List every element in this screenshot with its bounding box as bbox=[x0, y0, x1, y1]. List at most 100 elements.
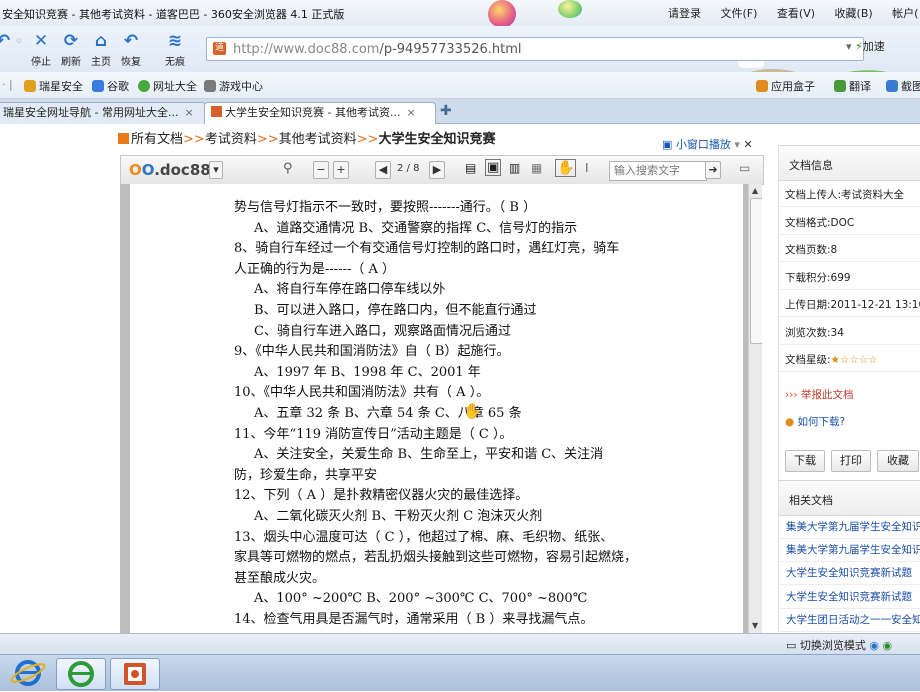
vertical-scrollbar[interactable]: ▲ ▼ bbox=[748, 184, 762, 633]
text-select-icon[interactable]: I bbox=[585, 161, 589, 175]
favorite-button[interactable]: 收藏 bbox=[877, 450, 919, 472]
how-download-link[interactable]: ● 如何下载? bbox=[779, 410, 920, 434]
screenshot-button[interactable]: 截图 bbox=[886, 78, 920, 94]
related-doc-link[interactable]: 集美大学第九届学生安全知识 bbox=[779, 516, 920, 539]
balloon-decoration bbox=[558, 0, 582, 18]
fullscreen-icon[interactable]: ▭ bbox=[739, 161, 750, 175]
powerpoint-icon bbox=[124, 663, 146, 685]
menu-account[interactable]: 帐户( bbox=[892, 7, 918, 20]
next-page-button[interactable]: ▶ bbox=[429, 161, 445, 179]
hand-tool-icon[interactable]: ✋ bbox=[555, 159, 577, 177]
doc-info-label: 文档星级: bbox=[785, 354, 831, 366]
hand-cursor-icon: ✋ bbox=[463, 402, 482, 420]
bookmark-google[interactable]: 谷歌 bbox=[92, 78, 129, 94]
tab-rising-nav[interactable]: 瑞星安全网址导航 - 常用网址大全... × bbox=[0, 102, 206, 124]
traceless-button[interactable]: ≋ 无痕 bbox=[160, 30, 190, 68]
doc-info-value[interactable]: 考试资料大全 bbox=[841, 189, 904, 201]
bookmark-rising[interactable]: 瑞星安全 bbox=[24, 78, 83, 94]
address-bar[interactable]: 道 http://www.doc88.com/p-94957733526.htm… bbox=[206, 37, 864, 61]
browse-mode-switch[interactable]: ▭ 切换浏览模式 ◉ ◉ bbox=[786, 637, 892, 653]
refresh-button[interactable]: ⟳ 刷新 bbox=[56, 30, 86, 68]
status-bar: ▭ 切换浏览模式 ◉ ◉ bbox=[0, 633, 920, 654]
app-box-icon bbox=[756, 80, 768, 92]
home-button[interactable]: ⌂ 主页 bbox=[86, 30, 116, 68]
doc-info-value: DOC bbox=[830, 216, 855, 229]
report-link[interactable]: ››› 举报此文档 bbox=[779, 383, 920, 407]
info-circle-icon: ● bbox=[785, 416, 795, 428]
zoom-out-button[interactable]: − bbox=[313, 161, 329, 179]
login-link[interactable]: 请登录 bbox=[668, 7, 701, 20]
doc-info-label: 下载积分: bbox=[785, 271, 831, 284]
globe-icon: ◉ bbox=[869, 639, 880, 652]
doc88-logo: OO.doc88 bbox=[129, 161, 211, 179]
breadcrumb-current: 大学生安全知识竞赛 bbox=[378, 132, 496, 147]
related-doc-link[interactable]: 大学生安全知识竞赛新试题 bbox=[779, 562, 920, 586]
document-line: 甚至酿成火灾。 bbox=[234, 570, 326, 586]
restore-label: 恢复 bbox=[121, 57, 141, 68]
bookmark-label: 谷歌 bbox=[107, 80, 129, 93]
doc-info-label: 上传日期: bbox=[785, 299, 831, 311]
zoom-icon[interactable]: ⚲ bbox=[283, 161, 293, 176]
url-text[interactable]: http://www.doc88.com/p-94957733526.html bbox=[233, 42, 522, 57]
browser-taskbar-button[interactable] bbox=[56, 658, 106, 690]
shield-icon: ◉ bbox=[882, 639, 893, 652]
restore-button[interactable]: ↶ 恢复 bbox=[116, 30, 146, 68]
two-page-icon[interactable]: ▥ bbox=[509, 161, 520, 175]
related-doc-link[interactable]: 集美大学第九届学生安全知识 bbox=[779, 539, 920, 563]
prev-page-button[interactable]: ◀ bbox=[375, 161, 391, 179]
document-viewport[interactable]: 势与信号灯指示不一致时，要按照-------通行。（ B ） A、道路交通情况 B… bbox=[120, 184, 762, 633]
scroll-down-icon[interactable]: ▼ bbox=[752, 621, 758, 630]
continuous-page-icon[interactable]: ▣ bbox=[485, 159, 502, 176]
document-line: 14、检查气用具是否漏气时，通常采用（ B ）来寻找漏气点。 bbox=[234, 611, 594, 627]
related-doc-link[interactable]: 大学生安全知识竞赛新试题 bbox=[779, 586, 920, 609]
document-page: 势与信号灯指示不一致时，要按照-------通行。（ B ） A、道路交通情况 B… bbox=[130, 184, 743, 633]
breadcrumb-exam-materials[interactable]: 考试资料 bbox=[205, 132, 257, 147]
site-favicon-icon: 道 bbox=[213, 42, 226, 55]
doc-info-row: 文档星级:★☆☆☆☆ bbox=[779, 348, 920, 372]
search-go-button[interactable]: ➜ bbox=[705, 161, 721, 179]
document-line: 8、骑自行车经过一个有交通信号灯控制的路口时，遇红灯亮，骑车 bbox=[234, 241, 620, 257]
menu-view[interactable]: 查看(V) bbox=[777, 7, 815, 20]
menu-file[interactable]: 文件(F) bbox=[721, 7, 758, 20]
doc-search-input[interactable] bbox=[609, 161, 707, 181]
doc-info-value: 699 bbox=[830, 271, 851, 284]
close-tab-icon[interactable]: × bbox=[184, 106, 193, 119]
document-line: A、道路交通情况 B、交通警察的指挥 C、信号灯的指示 bbox=[254, 220, 578, 236]
bookmark-site-directory[interactable]: 网址大全 bbox=[138, 78, 197, 94]
document-line: 防，珍爱生命，共享平安 bbox=[234, 467, 378, 483]
speed-button[interactable]: ▾ ⚡加速 bbox=[846, 38, 885, 54]
print-button[interactable]: 打印 bbox=[831, 450, 871, 472]
single-page-icon[interactable]: ▤ bbox=[465, 161, 476, 175]
refresh-label: 刷新 bbox=[61, 57, 81, 68]
powerpoint-taskbar-button[interactable] bbox=[110, 658, 160, 690]
close-icon[interactable]: ✕ bbox=[743, 138, 752, 151]
doc-info-row: 文档上传人:考试资料大全 bbox=[779, 183, 920, 207]
zoom-in-button[interactable]: + bbox=[333, 161, 349, 179]
scrollbar-thumb[interactable] bbox=[750, 198, 762, 344]
document-line: 12、下列（ A ）是扑救精密仪器火灾的最佳选择。 bbox=[234, 488, 529, 504]
ie-taskbar-icon[interactable] bbox=[4, 658, 52, 688]
plus-icon: + bbox=[336, 163, 346, 176]
tab-current-doc[interactable]: 大学生安全知识竞赛 - 其他考试资... × bbox=[204, 102, 436, 124]
close-tab-icon[interactable]: × bbox=[406, 106, 415, 119]
report-label: 举报此文档 bbox=[800, 389, 854, 401]
breadcrumb-all-docs[interactable]: 所有文档 bbox=[131, 132, 183, 147]
download-button[interactable]: 下载 bbox=[785, 450, 825, 472]
screenshot-icon bbox=[886, 80, 898, 92]
document-line: A、二氧化碳灭火剂 B、干粉灭火剂 C 泡沫灭火剂 bbox=[254, 508, 543, 524]
bookmark-game-center[interactable]: 游戏中心 bbox=[204, 78, 263, 94]
new-tab-icon[interactable]: ✚ bbox=[440, 103, 452, 119]
app-box-button[interactable]: 应用盒子 bbox=[756, 78, 815, 94]
related-doc-link[interactable]: 大学生团日活动之一一安全知 bbox=[779, 609, 920, 632]
stop-button[interactable]: ✕ 停止 bbox=[26, 30, 56, 68]
menu-favorites[interactable]: 收藏(B) bbox=[835, 7, 873, 20]
breadcrumb: 所有文档>>考试资料>>其他考试资料>>大学生安全知识竞赛 bbox=[118, 128, 495, 147]
mini-play-label: 小窗口播放 bbox=[675, 138, 731, 151]
translate-button[interactable]: 翻译 bbox=[834, 78, 871, 94]
breadcrumb-other-exams[interactable]: 其他考试资料 bbox=[279, 132, 357, 147]
grid-view-icon[interactable]: ▦ bbox=[531, 161, 542, 175]
mini-window-play-button[interactable]: ▣ 小窗口播放 ▾ ✕ bbox=[662, 136, 753, 152]
title-menu: 请登录 文件(F) 查看(V) 收藏(B) 帐户( bbox=[668, 5, 920, 21]
menu-dropdown-button[interactable]: ▾ bbox=[209, 161, 223, 179]
scroll-up-icon[interactable]: ▲ bbox=[752, 186, 758, 195]
